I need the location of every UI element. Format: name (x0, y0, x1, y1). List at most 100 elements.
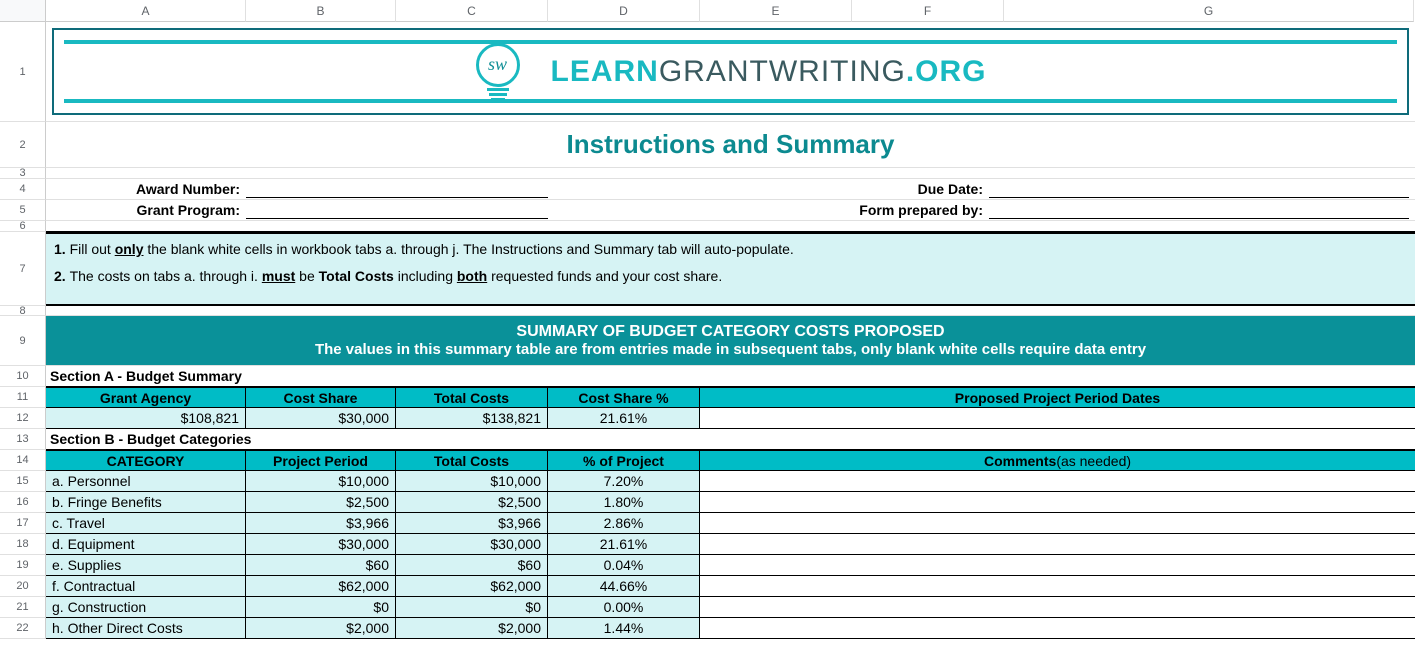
cat-total-costs[interactable]: $2,000 (396, 618, 548, 638)
row-header-4[interactable]: 4 (0, 179, 46, 200)
val-cost-share[interactable]: $30,000 (246, 408, 396, 428)
val-cost-share-pct[interactable]: 21.61% (548, 408, 700, 428)
input-award-number[interactable] (246, 179, 548, 198)
wordmark-org: .ORG (906, 55, 987, 88)
col-header-B[interactable]: B (246, 0, 396, 22)
cat-project-period[interactable]: $10,000 (246, 471, 396, 491)
logo-bulb-icon: sw (469, 43, 527, 101)
instructions-block: 1. Fill out only the blank white cells i… (46, 232, 1415, 306)
input-grant-program[interactable] (246, 200, 548, 219)
cat-project-period[interactable]: $60 (246, 555, 396, 575)
cat-name[interactable]: a. Personnel (46, 471, 246, 491)
cat-pct[interactable]: 44.66% (548, 576, 700, 596)
sheet-content[interactable]: sw LEARNGRANTWRITING.ORG Instructions an… (46, 22, 1415, 666)
cat-pct[interactable]: 2.86% (548, 513, 700, 533)
cat-total-costs[interactable]: $30,000 (396, 534, 548, 554)
row-header-19[interactable]: 19 (0, 555, 46, 576)
banner-rule-bottom (64, 99, 1397, 103)
cat-total-costs[interactable]: $10,000 (396, 471, 548, 491)
cat-comment[interactable] (700, 555, 1415, 575)
col-header-A[interactable]: A (46, 0, 246, 22)
table-row: g. Construction$0$00.00% (46, 597, 1415, 618)
cat-name[interactable]: b. Fringe Benefits (46, 492, 246, 512)
row-header-8[interactable]: 8 (0, 306, 46, 316)
logo-initials: sw (476, 43, 520, 87)
th-cost-share: Cost Share (246, 388, 396, 407)
cat-name[interactable]: c. Travel (46, 513, 246, 533)
cat-total-costs[interactable]: $62,000 (396, 576, 548, 596)
cat-comment[interactable] (700, 534, 1415, 554)
row-header-14[interactable]: 14 (0, 450, 46, 471)
row-header-1[interactable]: 1 (0, 22, 46, 122)
cat-comment[interactable] (700, 618, 1415, 638)
cat-name[interactable]: f. Contractual (46, 576, 246, 596)
row-header-11[interactable]: 11 (0, 387, 46, 408)
col-header-E[interactable]: E (700, 0, 852, 22)
row-header-12[interactable]: 12 (0, 408, 46, 429)
spacer-row-3 (46, 168, 1415, 179)
cat-pct[interactable]: 1.44% (548, 618, 700, 638)
select-all-corner[interactable] (0, 0, 46, 22)
cat-name[interactable]: h. Other Direct Costs (46, 618, 246, 638)
column-header-bar: ABCDEFG (0, 0, 1415, 22)
col-header-C[interactable]: C (396, 0, 548, 22)
input-due-date[interactable] (989, 179, 1409, 198)
row-header-9[interactable]: 9 (0, 316, 46, 366)
banner-box: sw LEARNGRANTWRITING.ORG (52, 28, 1409, 115)
val-period-dates[interactable] (700, 408, 1415, 428)
row-header-7[interactable]: 7 (0, 232, 46, 306)
col-header-D[interactable]: D (548, 0, 700, 22)
row-header-2[interactable]: 2 (0, 122, 46, 168)
cat-project-period[interactable]: $2,000 (246, 618, 396, 638)
section-b-header-row: CATEGORY Project Period Total Costs % of… (46, 450, 1415, 471)
wordmark-mid: GRANTWRITING (659, 55, 906, 88)
cat-project-period[interactable]: $0 (246, 597, 396, 617)
label-due-date: Due Date: (839, 179, 989, 199)
row-header-10[interactable]: 10 (0, 366, 46, 387)
row-header-18[interactable]: 18 (0, 534, 46, 555)
cat-total-costs[interactable]: $60 (396, 555, 548, 575)
table-row: c. Travel$3,966$3,9662.86% (46, 513, 1415, 534)
row-header-6[interactable]: 6 (0, 221, 46, 232)
cat-name[interactable]: d. Equipment (46, 534, 246, 554)
label-row-program-prepared: Grant Program: Form prepared by: (46, 200, 1415, 221)
cat-comment[interactable] (700, 513, 1415, 533)
summary-header: SUMMARY OF BUDGET CATEGORY COSTS PROPOSE… (46, 316, 1415, 366)
row-header-13[interactable]: 13 (0, 429, 46, 450)
row-header-15[interactable]: 15 (0, 471, 46, 492)
cat-name[interactable]: e. Supplies (46, 555, 246, 575)
th-cost-share-pct: Cost Share % (548, 388, 700, 407)
th-total-costs: Total Costs (396, 388, 548, 407)
cat-project-period[interactable]: $2,500 (246, 492, 396, 512)
cat-pct[interactable]: 21.61% (548, 534, 700, 554)
cat-name[interactable]: g. Construction (46, 597, 246, 617)
cat-comment[interactable] (700, 597, 1415, 617)
cat-project-period[interactable]: $62,000 (246, 576, 396, 596)
cat-pct[interactable]: 1.80% (548, 492, 700, 512)
row-header-16[interactable]: 16 (0, 492, 46, 513)
row-header-21[interactable]: 21 (0, 597, 46, 618)
cat-total-costs[interactable]: $0 (396, 597, 548, 617)
col-header-G[interactable]: G (1004, 0, 1414, 22)
row-header-bar: 12345678910111213141516171819202122 (0, 22, 46, 666)
row-header-17[interactable]: 17 (0, 513, 46, 534)
cat-total-costs[interactable]: $3,966 (396, 513, 548, 533)
cat-pct[interactable]: 7.20% (548, 471, 700, 491)
row-header-5[interactable]: 5 (0, 200, 46, 221)
val-grant-agency[interactable]: $108,821 (46, 408, 246, 428)
cat-total-costs[interactable]: $2,500 (396, 492, 548, 512)
input-form-prepared-by[interactable] (989, 200, 1409, 219)
row-header-20[interactable]: 20 (0, 576, 46, 597)
val-total-costs[interactable]: $138,821 (396, 408, 548, 428)
row-header-22[interactable]: 22 (0, 618, 46, 639)
row-header-3[interactable]: 3 (0, 168, 46, 179)
cat-pct[interactable]: 0.00% (548, 597, 700, 617)
cat-project-period[interactable]: $3,966 (246, 513, 396, 533)
cat-comment[interactable] (700, 492, 1415, 512)
cat-comment[interactable] (700, 576, 1415, 596)
cat-comment[interactable] (700, 471, 1415, 491)
cat-project-period[interactable]: $30,000 (246, 534, 396, 554)
cat-pct[interactable]: 0.04% (548, 555, 700, 575)
col-header-F[interactable]: F (852, 0, 1004, 22)
th-pct-of-project: % of Project (548, 451, 700, 470)
